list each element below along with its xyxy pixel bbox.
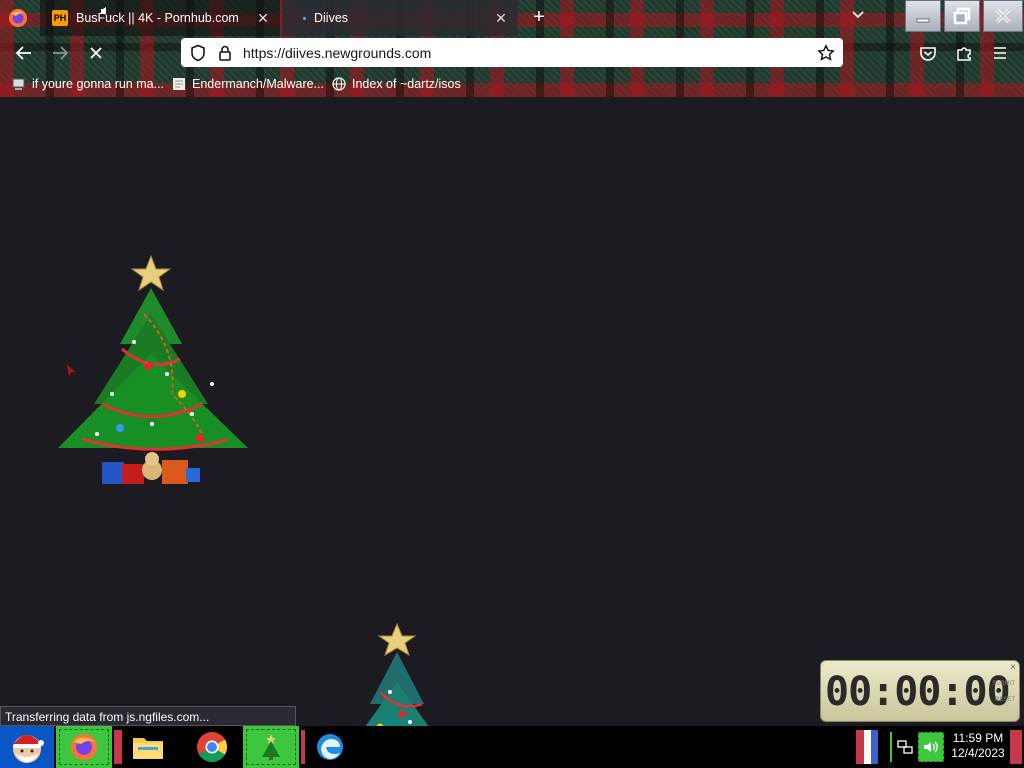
window-restore-button[interactable] <box>944 0 980 32</box>
stop-loading-icon[interactable] <box>82 40 110 66</box>
tray-separator <box>890 732 892 762</box>
browser-chrome: PH BusFuck || 4K - Pornhub.com ✕ Diives … <box>0 0 1024 97</box>
firefox-icon <box>71 734 97 760</box>
tab-title: Diives <box>314 11 349 25</box>
extensions-puzzle-icon[interactable] <box>950 40 978 66</box>
start-button[interactable] <box>0 726 54 768</box>
file-explorer-icon <box>133 738 163 759</box>
computer-icon <box>12 78 25 90</box>
taskbar-chrome[interactable] <box>190 726 234 768</box>
tab-favicon-ph: PH <box>52 10 68 26</box>
pocket-icon[interactable] <box>914 40 942 66</box>
widget-close-icon[interactable]: × <box>1010 662 1016 673</box>
timer-widget[interactable]: 00:00:00 × SUBMIT RESET <box>820 660 1020 722</box>
list-all-tabs-chevron-icon[interactable] <box>848 8 868 28</box>
chrome-icon <box>197 732 228 763</box>
bookmark-label: Index of ~dartz/isos <box>352 77 461 91</box>
show-desktop-button[interactable] <box>1010 730 1022 764</box>
taskbar-clock[interactable]: 11:59 PM 12/4/2023 <box>948 731 1008 761</box>
mouse-cursor-icon <box>65 362 78 380</box>
bookmark-label: Endermanch/Malware... <box>192 77 325 91</box>
clock-time: 11:59 PM <box>952 731 1004 745</box>
edge-icon <box>317 734 343 760</box>
status-panel: Transferring data from js.ngfiles.com... <box>0 706 296 726</box>
forward-arrow-icon[interactable] <box>46 40 74 66</box>
page-icon <box>173 78 185 90</box>
taskbar-file-explorer[interactable] <box>126 726 170 768</box>
hamburger-menu-icon[interactable] <box>986 40 1014 66</box>
tray-volume-button[interactable] <box>918 732 944 762</box>
firefox-menu-icon[interactable] <box>8 8 28 28</box>
new-tab-plus-icon[interactable]: + <box>528 6 550 28</box>
tracking-protection-shield-icon[interactable] <box>189 44 207 62</box>
taskbar-edge[interactable] <box>310 726 350 768</box>
network-icon[interactable] <box>896 738 914 756</box>
tab-close-icon[interactable]: ✕ <box>252 10 274 27</box>
widget-small-label[interactable]: RESET <box>995 697 1015 703</box>
language-flag-icon[interactable] <box>856 730 878 764</box>
bookmarks-toolbar: if youre gonna run ma... Endermanch/Malw… <box>0 70 1024 97</box>
bookmark-star-icon[interactable] <box>817 44 835 62</box>
taskbar-christmas-tree-app[interactable] <box>243 726 299 768</box>
tab-strip: PH BusFuck || 4K - Pornhub.com ✕ Diives … <box>0 0 1024 36</box>
speaker-volume-icon <box>924 741 938 753</box>
tab-diives[interactable]: Diives ✕ <box>282 0 518 36</box>
bookmark-label: if youre gonna run ma... <box>32 77 165 91</box>
taskbar-firefox[interactable] <box>56 726 112 768</box>
url-text[interactable]: https://diives.newgrounds.com <box>243 45 431 61</box>
christmas-tree-icon <box>262 734 280 760</box>
santa-start-icon <box>13 735 44 763</box>
taskbar-separator <box>301 730 305 764</box>
bookmark-item[interactable]: Endermanch/Malware... <box>172 75 324 93</box>
widget-small-label[interactable]: SUBMIT <box>992 681 1015 687</box>
taskbar-separator <box>114 730 122 764</box>
timer-display: 00:00:00 <box>825 669 1011 715</box>
bookmark-item[interactable]: Index of ~dartz/isos <box>332 75 461 93</box>
christmas-tree-image <box>58 254 248 484</box>
window-close-button[interactable] <box>983 0 1023 32</box>
lock-icon[interactable] <box>216 44 234 62</box>
audio-playing-icon[interactable] <box>100 6 110 16</box>
taskbar: 11:59 PM 12/4/2023 <box>0 726 1024 768</box>
back-arrow-icon[interactable] <box>10 40 38 66</box>
address-bar[interactable]: https://diives.newgrounds.com <box>181 38 843 67</box>
window-minimize-button[interactable] <box>905 0 941 32</box>
tab-close-icon[interactable]: ✕ <box>490 10 512 27</box>
tab-favicon-dot <box>300 10 308 26</box>
globe-icon <box>332 77 346 91</box>
tab-pornhub[interactable]: PH BusFuck || 4K - Pornhub.com ✕ <box>40 0 280 36</box>
bookmark-item[interactable]: if youre gonna run ma... <box>12 75 164 93</box>
clock-date: 12/4/2023 <box>951 746 1005 760</box>
